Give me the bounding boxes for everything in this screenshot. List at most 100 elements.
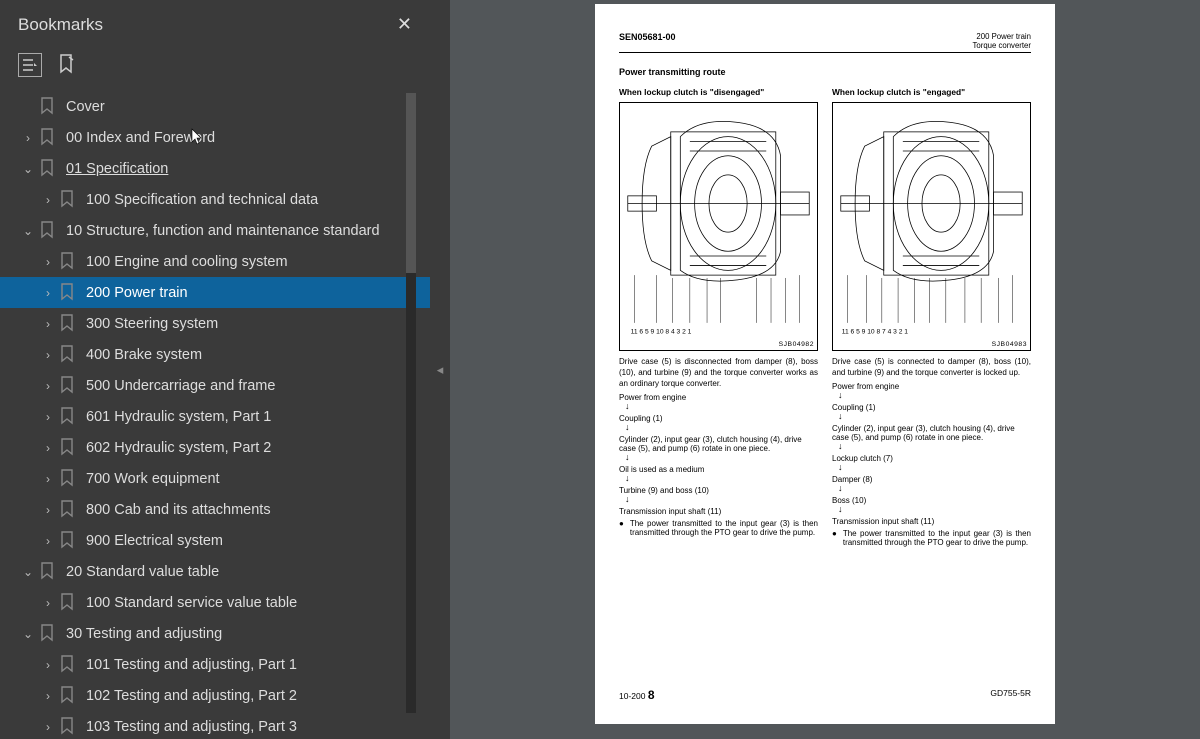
- bookmark-item[interactable]: ›602 Hydraulic system, Part 2: [0, 432, 430, 463]
- sidebar-title: Bookmarks: [18, 15, 103, 35]
- bookmark-item[interactable]: › 103 Testing and adjusting, Part 3: [0, 711, 430, 739]
- chevron-icon[interactable]: ⌄: [22, 627, 34, 641]
- flow-step: Power from engine: [619, 393, 818, 402]
- bookmark-item[interactable]: ›100 Standard service value table: [0, 587, 430, 618]
- bookmark-icon: [60, 717, 76, 737]
- chevron-icon[interactable]: ›: [42, 286, 54, 300]
- header-right: 200 Power train Torque converter: [972, 32, 1031, 50]
- bookmark-icon: [60, 345, 76, 365]
- sidebar-toolbar: [0, 47, 430, 87]
- chevron-icon[interactable]: ›: [42, 348, 54, 362]
- splitter[interactable]: ◂: [430, 0, 450, 739]
- bookmark-icon: [60, 531, 76, 551]
- bookmark-icon: [40, 562, 56, 582]
- left-bullet: ●The power transmitted to the input gear…: [619, 519, 818, 537]
- chevron-icon[interactable]: ›: [42, 410, 54, 424]
- right-column: When lockup clutch is "engaged": [832, 87, 1031, 547]
- document-area[interactable]: SEN05681-00 200 Power train Torque conve…: [450, 0, 1200, 739]
- flow-arrow-icon: ↓: [838, 442, 1031, 451]
- chevron-icon[interactable]: ›: [42, 534, 54, 548]
- bookmark-item[interactable]: ›400 Brake system: [0, 339, 430, 370]
- flow-arrow-icon: ↓: [625, 453, 818, 462]
- bookmark-item[interactable]: › 800 Cab and its attachments: [0, 494, 430, 525]
- bookmarks-sidebar: Bookmarks ✕ Cover › 00 Index and Foreword ⌄…: [0, 0, 430, 739]
- options-icon[interactable]: [18, 53, 42, 77]
- bookmark-current-icon[interactable]: [56, 54, 78, 76]
- bookmark-label: 900 Electrical system: [86, 533, 223, 549]
- bookmark-item[interactable]: ⌄ 30 Testing and adjusting: [0, 618, 430, 649]
- right-bullet: ●The power transmitted to the input gear…: [832, 529, 1031, 547]
- scrollbar-thumb[interactable]: [406, 93, 416, 273]
- bookmark-label: 300 Steering system: [86, 316, 218, 332]
- bookmark-label: 20 Standard value table: [66, 564, 219, 580]
- bookmark-label: 00 Index and Foreword: [66, 130, 215, 146]
- svg-text:11 6 5 9 10 8: 11 6 5 9 10 8 4 3 2 1: [631, 328, 692, 335]
- bookmark-item[interactable]: ›100 Engine and cooling system: [0, 246, 430, 277]
- chevron-icon[interactable]: ⌄: [22, 162, 34, 176]
- bookmark-tree[interactable]: Cover › 00 Index and Foreword ⌄01 Specifica…: [0, 87, 430, 739]
- bookmark-item[interactable]: › 101 Testing and adjusting, Part 1: [0, 649, 430, 680]
- chevron-icon[interactable]: ›: [22, 131, 34, 145]
- bookmark-item[interactable]: ›100 Specification and technical data: [0, 184, 430, 215]
- chevron-icon[interactable]: ⌄: [22, 565, 34, 579]
- doc-id: SEN05681-00: [619, 32, 676, 50]
- footer-model: GD755-5R: [990, 688, 1031, 702]
- bookmark-icon: [60, 407, 76, 427]
- section-title: Power transmitting route: [619, 67, 1031, 77]
- flow-step: Transmission input shaft (11): [619, 507, 818, 516]
- chevron-icon[interactable]: ›: [42, 193, 54, 207]
- right-subhead: When lockup clutch is "engaged": [832, 87, 1031, 97]
- chevron-icon[interactable]: [22, 100, 34, 114]
- left-flow: Power from engine↓Coupling (1)↓Cylinder …: [619, 393, 818, 516]
- flow-step: Coupling (1): [619, 414, 818, 423]
- bookmark-label: 700 Work equipment: [86, 471, 220, 487]
- bookmark-icon: [60, 314, 76, 334]
- bookmark-item[interactable]: ›601 Hydraulic system, Part 1: [0, 401, 430, 432]
- bookmark-item[interactable]: Cover: [0, 91, 430, 122]
- chevron-icon[interactable]: ⌄: [22, 224, 34, 238]
- left-desc: Drive case (5) is disconnected from damp…: [619, 357, 818, 389]
- bookmark-label: 103 Testing and adjusting, Part 3: [86, 719, 297, 735]
- flow-step: Cylinder (2), input gear (3), clutch hou…: [619, 435, 818, 453]
- flow-arrow-icon: ↓: [838, 463, 1031, 472]
- bookmark-icon: [60, 593, 76, 613]
- bookmark-item[interactable]: ⌄10 Structure, function and maintenance …: [0, 215, 430, 246]
- flow-step: Cylinder (2), input gear (3), clutch hou…: [832, 424, 1031, 442]
- bookmark-item[interactable]: ›500 Undercarriage and frame: [0, 370, 430, 401]
- bookmark-item[interactable]: › 700 Work equipment: [0, 463, 430, 494]
- chevron-icon[interactable]: ›: [42, 658, 54, 672]
- diagram-code: SJB04983: [836, 341, 1027, 348]
- bookmark-item[interactable]: › 00 Index and Foreword: [0, 122, 430, 153]
- bookmark-item[interactable]: › 300 Steering system: [0, 308, 430, 339]
- bookmark-icon: [40, 624, 56, 644]
- bookmark-icon: [60, 283, 76, 303]
- chevron-icon[interactable]: ›: [42, 596, 54, 610]
- close-icon[interactable]: ✕: [397, 14, 412, 35]
- flow-arrow-icon: ↓: [625, 402, 818, 411]
- bookmark-label: 102 Testing and adjusting, Part 2: [86, 688, 297, 704]
- torque-converter-diagram-icon: 11 6 5 9 10 8 4 3 2 1: [623, 108, 814, 337]
- chevron-icon[interactable]: ›: [42, 379, 54, 393]
- bookmark-label: 800 Cab and its attachments: [86, 502, 271, 518]
- flow-arrow-icon: ↓: [838, 412, 1031, 421]
- flow-step: Transmission input shaft (11): [832, 517, 1031, 526]
- chevron-icon[interactable]: ›: [42, 441, 54, 455]
- chevron-icon[interactable]: ›: [42, 503, 54, 517]
- chevron-icon[interactable]: ›: [42, 689, 54, 703]
- bookmark-item[interactable]: › 102 Testing and adjusting, Part 2: [0, 680, 430, 711]
- right-flow: Power from engine↓Coupling (1)↓Cylinder …: [832, 382, 1031, 526]
- chevron-icon[interactable]: ›: [42, 472, 54, 486]
- bookmark-item[interactable]: ›200 Power train: [0, 277, 430, 308]
- chevron-icon[interactable]: ›: [42, 317, 54, 331]
- chevron-icon[interactable]: ›: [42, 720, 54, 734]
- flow-step: Damper (8): [832, 475, 1031, 484]
- bookmark-item[interactable]: ⌄ 20 Standard value table: [0, 556, 430, 587]
- flow-arrow-icon: ↓: [625, 474, 818, 483]
- bookmark-label: 101 Testing and adjusting, Part 1: [86, 657, 297, 673]
- splitter-handle-icon[interactable]: ◂: [437, 362, 444, 378]
- left-column: When lockup clutch is "disengaged": [619, 87, 818, 547]
- chevron-icon[interactable]: ›: [42, 255, 54, 269]
- bookmark-item[interactable]: ⌄01 Specification: [0, 153, 430, 184]
- bookmark-label: 30 Testing and adjusting: [66, 626, 222, 642]
- bookmark-item[interactable]: › 900 Electrical system: [0, 525, 430, 556]
